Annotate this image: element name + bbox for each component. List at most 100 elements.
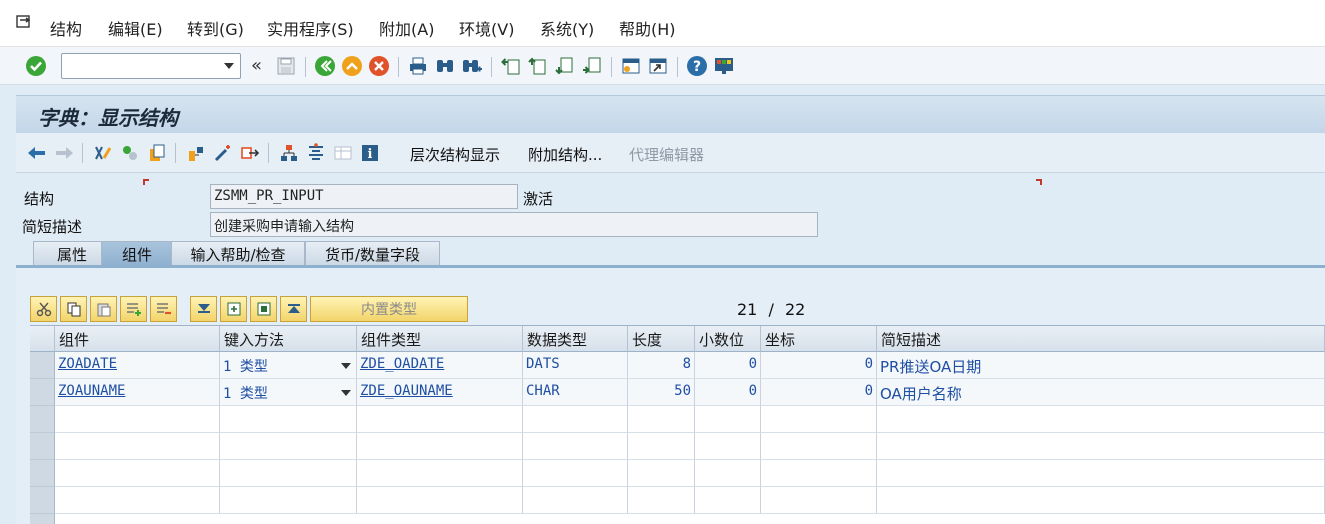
empty-cell[interactable] (761, 433, 877, 460)
menu-goto[interactable]: 转到(G) (187, 16, 244, 40)
cut-icon[interactable] (30, 296, 57, 322)
menu-edit[interactable]: 编辑(E) (108, 16, 163, 40)
col-header-coordinate[interactable]: 坐标 (761, 326, 877, 352)
builtin-type-button[interactable]: 内置类型 (310, 296, 468, 322)
arrow-left-icon[interactable] (26, 142, 48, 164)
row-selector[interactable] (30, 379, 55, 406)
save-icon[interactable] (275, 55, 297, 77)
first-page-icon[interactable] (500, 55, 522, 77)
empty-cell[interactable] (523, 406, 628, 433)
insert-row-icon[interactable] (120, 296, 147, 322)
next-page-icon[interactable] (554, 55, 576, 77)
col-header-data-type[interactable]: 数据类型 (523, 326, 628, 352)
col-header-component-type[interactable]: 组件类型 (357, 326, 523, 352)
cell-short-desc[interactable]: OA用户名称 (877, 379, 1325, 406)
customize-icon[interactable] (713, 55, 735, 77)
where-used-icon[interactable] (146, 142, 168, 164)
cell-short-desc[interactable]: PR推送OA日期 (877, 352, 1325, 379)
cell-data-type[interactable]: DATS (523, 352, 628, 379)
cell-typing-method[interactable]: 1 类型 (220, 379, 357, 406)
empty-cell[interactable] (55, 433, 220, 460)
new-session-icon[interactable] (620, 55, 642, 77)
empty-cell[interactable] (523, 433, 628, 460)
command-input[interactable] (66, 57, 216, 75)
select-all-cell[interactable] (30, 326, 55, 352)
empty-cell[interactable] (220, 487, 357, 514)
col-header-short-desc[interactable]: 简短描述 (877, 326, 1325, 352)
empty-cell[interactable] (761, 406, 877, 433)
append-structure-button[interactable]: 附加结构... (528, 144, 602, 165)
cell-component[interactable]: ZOADATE (55, 352, 220, 379)
cell-decimals[interactable]: 0 (695, 379, 761, 406)
filter-down-icon[interactable] (190, 296, 217, 322)
cell-coordinate[interactable]: 0 (761, 379, 877, 406)
copy-icon[interactable] (60, 296, 87, 322)
cell-component[interactable]: ZOAUNAME (55, 379, 220, 406)
empty-cell[interactable] (877, 433, 1325, 460)
empty-cell[interactable] (55, 487, 220, 514)
empty-cell[interactable] (628, 406, 695, 433)
col-header-length[interactable]: 长度 (628, 326, 695, 352)
select-all-icon[interactable] (250, 296, 277, 322)
cell-length[interactable]: 50 (628, 379, 695, 406)
magic-wand-icon[interactable] (212, 142, 234, 164)
row-selector[interactable] (30, 487, 55, 514)
cell-decimals[interactable]: 0 (695, 352, 761, 379)
empty-cell[interactable] (877, 406, 1325, 433)
hierarchy-icon[interactable] (278, 142, 300, 164)
shortcut-icon[interactable] (647, 55, 669, 77)
menu-extras[interactable]: 附加(A) (379, 16, 434, 40)
empty-cell[interactable] (695, 487, 761, 514)
empty-cell[interactable] (695, 460, 761, 487)
empty-cell[interactable] (523, 460, 628, 487)
display-change-icon[interactable] (92, 142, 114, 164)
prev-page-icon[interactable] (527, 55, 549, 77)
navigate-icon[interactable] (239, 142, 261, 164)
delete-row-icon[interactable] (150, 296, 177, 322)
activate-icon[interactable] (119, 142, 141, 164)
find-next-icon[interactable] (461, 55, 483, 77)
empty-cell[interactable] (877, 487, 1325, 514)
command-field[interactable] (61, 53, 241, 79)
empty-cell[interactable] (628, 433, 695, 460)
row-selector[interactable] (30, 406, 55, 433)
empty-cell[interactable] (220, 406, 357, 433)
cell-component-type[interactable]: ZDE_OADATE (357, 352, 523, 379)
empty-cell[interactable] (220, 460, 357, 487)
row-selector[interactable] (30, 352, 55, 379)
align-icon[interactable] (305, 142, 327, 164)
empty-cell[interactable] (523, 487, 628, 514)
object-list-icon[interactable] (185, 142, 207, 164)
empty-cell[interactable] (357, 433, 523, 460)
info-icon[interactable]: i (359, 142, 381, 164)
proxy-editor-button[interactable]: 代理编辑器 (629, 144, 704, 165)
empty-cell[interactable] (357, 460, 523, 487)
menu-structure[interactable]: 结构 (50, 16, 82, 40)
chevron-down-icon[interactable] (341, 390, 351, 396)
empty-cell[interactable] (877, 460, 1325, 487)
tab-components[interactable]: 组件 (101, 241, 173, 266)
empty-cell[interactable] (357, 487, 523, 514)
last-page-icon[interactable] (581, 55, 603, 77)
empty-cell[interactable] (220, 433, 357, 460)
check-icon[interactable] (25, 55, 47, 77)
empty-cell[interactable] (761, 487, 877, 514)
cell-component-type[interactable]: ZDE_OAUNAME (357, 379, 523, 406)
chevron-down-icon[interactable] (341, 363, 351, 369)
hierarchy-display-button[interactable]: 层次结构显示 (410, 144, 500, 165)
menu-help[interactable]: 帮助(H) (619, 16, 676, 40)
col-header-typing-method[interactable]: 键入方法 (220, 326, 357, 352)
paste-icon[interactable] (90, 296, 117, 322)
cell-length[interactable]: 8 (628, 352, 695, 379)
empty-cell[interactable] (628, 460, 695, 487)
filter-up-icon[interactable] (280, 296, 307, 322)
print-icon[interactable] (407, 55, 429, 77)
help-icon[interactable]: ? (686, 55, 708, 77)
menu-environment[interactable]: 环境(V) (459, 16, 514, 40)
menu-system[interactable]: 系统(Y) (540, 16, 594, 40)
structure-name-field[interactable]: ZSMM_PR_INPUT (210, 184, 518, 209)
arrow-right-icon[interactable] (53, 142, 75, 164)
empty-cell[interactable] (55, 460, 220, 487)
cell-typing-method[interactable]: 1 类型 (220, 352, 357, 379)
short-desc-field[interactable]: 创建采购申请输入结构 (210, 212, 818, 237)
